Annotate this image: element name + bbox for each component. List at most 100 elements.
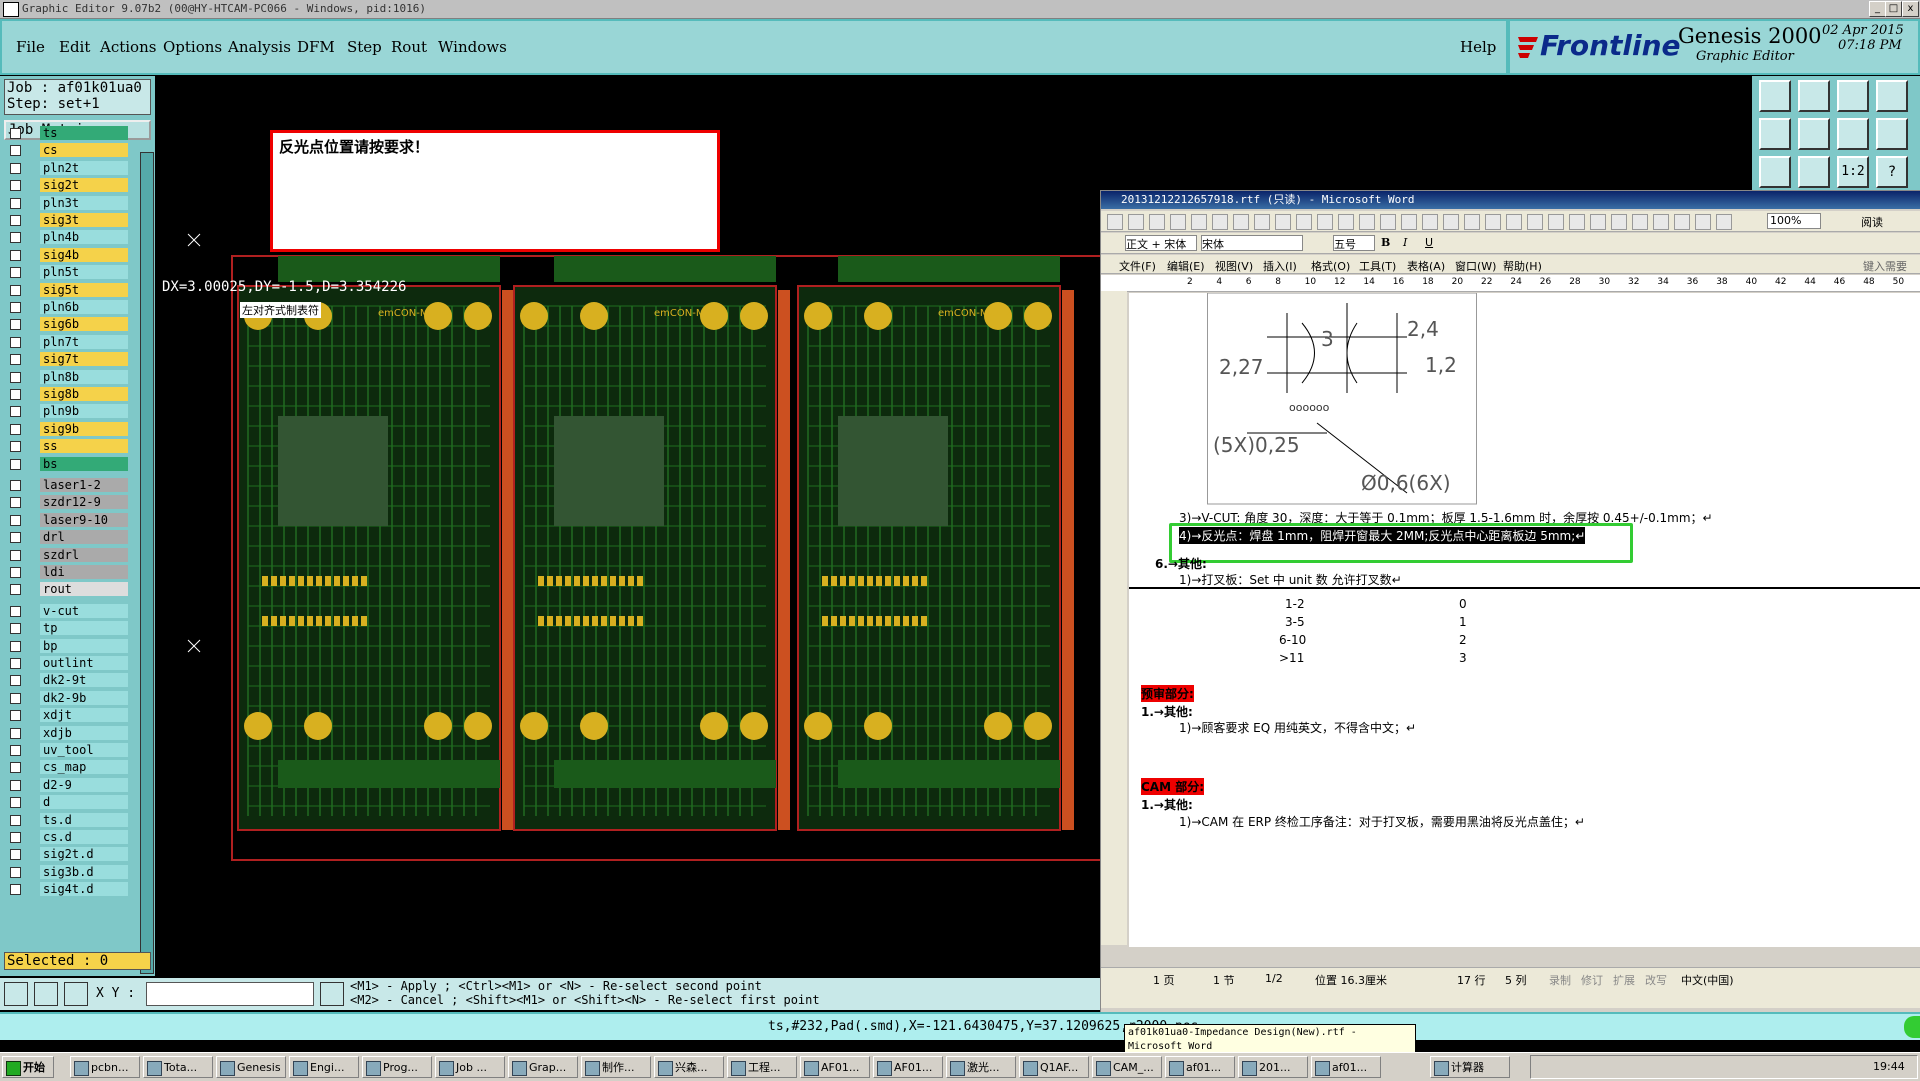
layer-checkbox[interactable]: [10, 849, 21, 861]
taskbar-item[interactable]: Grap...: [508, 1056, 578, 1078]
layer-row[interactable]: pln6b: [6, 300, 128, 314]
menu-file[interactable]: File: [16, 38, 45, 56]
word-toolbar-icon[interactable]: [1107, 214, 1123, 230]
layer-row[interactable]: sig5t: [6, 282, 128, 297]
layer-row[interactable]: sig2t.d: [6, 847, 128, 862]
status-ext[interactable]: 扩展: [1613, 972, 1635, 988]
layer-checkbox[interactable]: [10, 162, 21, 174]
xy-input[interactable]: [146, 982, 314, 1006]
layer-row[interactable]: pln8b: [6, 369, 128, 384]
word-toolbar-icon[interactable]: [1401, 214, 1417, 230]
taskbar-item[interactable]: 201...: [1238, 1056, 1308, 1078]
layer-checkbox[interactable]: [10, 762, 21, 774]
cmd-tool-4-icon[interactable]: [320, 982, 344, 1006]
minimize-button[interactable]: _: [1869, 1, 1886, 17]
taskbar-item[interactable]: Genesis: [216, 1056, 286, 1078]
taskbar-item[interactable]: AF01...: [873, 1056, 943, 1078]
word-menu-item[interactable]: 帮助(H): [1503, 258, 1542, 274]
taskbar-item[interactable]: Prog...: [362, 1056, 432, 1078]
layer-checkbox[interactable]: [10, 180, 21, 192]
layer-checkbox[interactable]: [10, 480, 21, 491]
word-menu-item[interactable]: 文件(F): [1119, 258, 1156, 274]
taskbar-item[interactable]: Engi...: [289, 1056, 359, 1078]
layer-row[interactable]: pln4b: [6, 230, 128, 245]
layer-row[interactable]: d2-9: [6, 777, 128, 792]
layer-checkbox[interactable]: [10, 532, 21, 544]
word-toolbar-icon[interactable]: [1548, 214, 1564, 230]
taskbar-item[interactable]: 制作...: [581, 1056, 651, 1078]
layer-checkbox[interactable]: [10, 623, 21, 635]
layer-row[interactable]: dk2-9t: [6, 673, 128, 688]
word-toolbar-icon[interactable]: [1317, 214, 1333, 230]
cmd-tool-1-icon[interactable]: [4, 982, 28, 1006]
tool-down-icon[interactable]: [1798, 80, 1830, 112]
word-menu-item[interactable]: 编辑(E): [1167, 258, 1205, 274]
word-style-select[interactable]: 正文 + 宋体: [1125, 235, 1197, 251]
tool-expand-icon[interactable]: [1759, 156, 1791, 188]
layer-checkbox[interactable]: [10, 605, 21, 617]
layer-checkbox[interactable]: [10, 779, 21, 791]
taskbar-item[interactable]: Q1AF...: [1019, 1056, 1089, 1078]
layer-checkbox[interactable]: [10, 710, 21, 722]
layer-checkbox[interactable]: [10, 567, 21, 578]
italic-button[interactable]: I: [1403, 236, 1407, 249]
layer-checkbox[interactable]: [10, 145, 21, 157]
word-menu-item[interactable]: 格式(O): [1311, 258, 1350, 274]
word-toolbar-icon[interactable]: [1212, 214, 1228, 230]
layer-row[interactable]: d: [6, 795, 128, 810]
layer-row[interactable]: pln3t: [6, 195, 128, 210]
layer-row[interactable]: laser9-10: [6, 512, 128, 527]
layer-row[interactable]: sig2t: [6, 178, 128, 193]
layer-checkbox[interactable]: [10, 423, 21, 435]
taskbar-item[interactable]: 激光...: [946, 1056, 1016, 1078]
layer-row[interactable]: xdjb: [6, 725, 128, 740]
layer-checkbox[interactable]: [10, 692, 21, 704]
status-rec[interactable]: 录制: [1549, 972, 1571, 988]
tool-scale-icon[interactable]: 1:2: [1837, 156, 1869, 188]
layer-row[interactable]: sig7t: [6, 352, 128, 367]
word-help-hint[interactable]: 键入需要: [1863, 258, 1907, 274]
layer-row[interactable]: drl: [6, 530, 128, 545]
layer-checkbox[interactable]: [10, 267, 21, 279]
taskbar-item[interactable]: pcbn...: [70, 1056, 140, 1078]
word-read-button[interactable]: 阅读: [1861, 214, 1883, 230]
word-toolbar-icon[interactable]: [1191, 214, 1207, 230]
menu-step[interactable]: Step: [347, 38, 382, 56]
layer-checkbox[interactable]: [10, 406, 21, 418]
taskbar-item[interactable]: CAM_...: [1092, 1056, 1162, 1078]
status-trk[interactable]: 修订: [1581, 972, 1603, 988]
word-toolbar-icon[interactable]: [1170, 214, 1186, 230]
menu-rout[interactable]: Rout: [391, 38, 427, 56]
layer-row[interactable]: laser1-2: [6, 478, 128, 492]
layer-row[interactable]: bs: [6, 456, 128, 471]
layer-checkbox[interactable]: [10, 389, 21, 400]
tool-help-icon[interactable]: ?: [1876, 156, 1908, 188]
layer-checkbox[interactable]: [10, 658, 21, 669]
word-toolbar-icon[interactable]: [1695, 214, 1711, 230]
word-toolbar-icon[interactable]: [1338, 214, 1354, 230]
word-size-select[interactable]: 五号: [1333, 235, 1375, 251]
layer-row[interactable]: pln7t: [6, 334, 128, 349]
tool-right-icon[interactable]: [1798, 118, 1830, 150]
menu-windows[interactable]: Windows: [438, 38, 507, 56]
layer-checkbox[interactable]: [10, 727, 21, 739]
word-toolbar-icon[interactable]: [1443, 214, 1459, 230]
word-toolbar-icon[interactable]: [1380, 214, 1396, 230]
word-menu-item[interactable]: 窗口(W): [1455, 258, 1496, 274]
layer-row[interactable]: dk2-9b: [6, 690, 128, 705]
layer-checkbox[interactable]: [10, 549, 21, 561]
layer-checkbox[interactable]: [10, 232, 21, 244]
layer-row[interactable]: xdjt: [6, 708, 128, 723]
word-menu-item[interactable]: 插入(I): [1263, 258, 1297, 274]
layer-checkbox[interactable]: [10, 458, 21, 470]
layer-row[interactable]: sig4b: [6, 247, 128, 262]
layer-checkbox[interactable]: [10, 284, 21, 296]
layer-row[interactable]: pln2t: [6, 160, 128, 175]
layer-row[interactable]: sig3t: [6, 213, 128, 227]
layer-row[interactable]: ss: [6, 439, 128, 454]
layer-row[interactable]: sig8b: [6, 387, 128, 401]
layer-checkbox[interactable]: [10, 215, 21, 226]
underline-button[interactable]: U: [1425, 236, 1433, 249]
word-menu-item[interactable]: 视图(V): [1215, 258, 1253, 274]
word-toolbar-icon[interactable]: [1254, 214, 1270, 230]
